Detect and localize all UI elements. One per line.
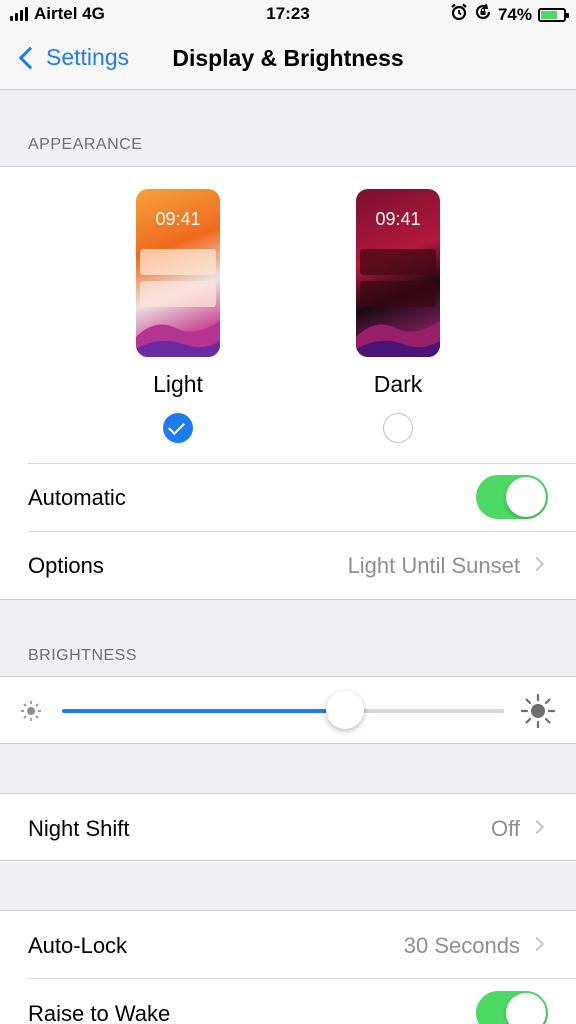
light-appearance-preview[interactable]: 09:41 [136,189,220,357]
rotation-lock-icon [474,3,492,26]
night-shift-row[interactable]: Night Shift Off [0,794,576,862]
automatic-toggle[interactable] [476,475,548,519]
dark-preview-clock: 09:41 [375,209,421,229]
battery-icon [538,7,569,22]
light-radio-checked[interactable] [163,413,193,443]
light-preview-wave [136,321,220,357]
brightness-group [0,676,576,744]
options-label: Options [28,553,104,578]
brightness-low-icon [21,701,41,721]
light-preview-card [140,249,216,275]
battery-percent: 74% [497,4,532,24]
appearance-group: 09:41 Light 09:41 Dark Automatic Options… [0,166,576,600]
status-bar: Airtel 4G 17:23 74% [0,0,576,30]
dark-appearance-preview[interactable]: 09:41 [356,189,440,357]
raise-to-wake-toggle[interactable] [476,991,548,1024]
night-shift-group: Night Shift Off [0,793,576,861]
light-preview-card [140,281,216,307]
automatic-label: Automatic [28,485,126,510]
page-title: Display & Brightness [172,45,404,71]
auto-lock-row[interactable]: Auto-Lock 30 Seconds [0,911,576,979]
brightness-slider-fill [62,709,345,713]
dark-radio[interactable] [383,413,413,443]
navigation-bar: Settings Display & Brightness [0,30,576,90]
alarm-icon [450,3,468,26]
chevron-right-icon [529,936,545,952]
dark-preview-wave [356,321,440,357]
chevron-right-icon [529,819,545,835]
brightness-high-icon [520,693,556,729]
light-preview-clock: 09:41 [155,209,201,229]
dark-preview-card [360,281,436,307]
raise-to-wake-label: Raise to Wake [28,1001,171,1024]
auto-lock-value: 30 Seconds [403,933,520,958]
light-label: Light [153,371,203,397]
chevron-right-icon [529,556,545,572]
status-right: 74% [450,3,569,26]
brightness-slider-thumb[interactable] [325,691,364,729]
automatic-row: Automatic [0,463,576,531]
dark-label: Dark [373,371,423,397]
night-shift-label: Night Shift [28,816,130,841]
auto-lock-label: Auto-Lock [28,933,128,958]
night-shift-value: Off [491,816,520,841]
brightness-header: BRIGHTNESS [28,647,138,664]
options-value: Light Until Sunset [347,553,520,578]
raise-to-wake-row: Raise to Wake [0,979,576,1024]
options-row[interactable]: Options Light Until Sunset [0,531,576,599]
dark-preview-card [360,249,436,275]
appearance-header: APPEARANCE [28,136,143,153]
lock-group: Auto-Lock 30 Seconds Raise to Wake [0,910,576,1024]
